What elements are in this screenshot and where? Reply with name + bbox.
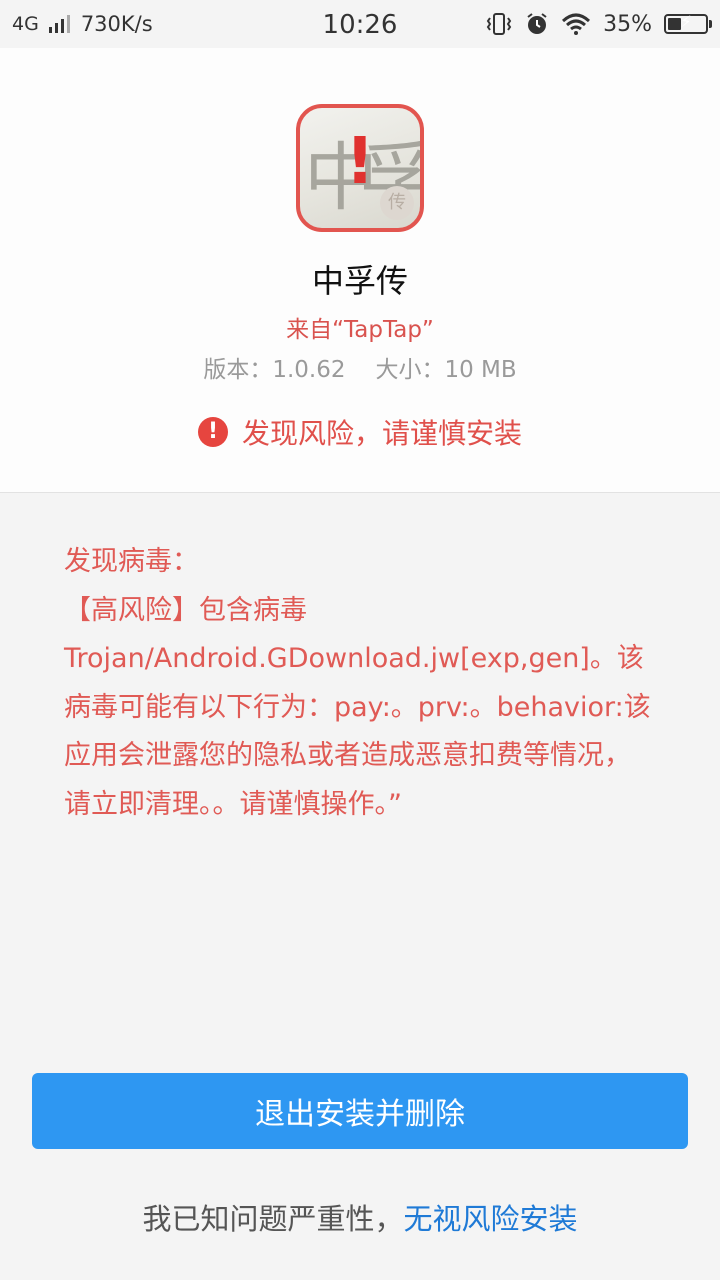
exclamation-icon: ! xyxy=(345,125,375,199)
battery-icon: ⚡ xyxy=(664,12,712,34)
app-name: 中孚传 xyxy=(311,262,408,300)
risk-warning: ! 发现风险，请谨慎安装 xyxy=(0,412,720,452)
size-value: 10 MB xyxy=(444,357,517,383)
risk-warning-text: 发现风险，请谨慎安装 xyxy=(241,417,522,450)
ignore-risk-install-link[interactable]: 无视风险安装 xyxy=(404,1202,578,1236)
ignore-risk-prefix: 我已知问题严重性， xyxy=(142,1202,404,1236)
app-source: 来自“TapTap” xyxy=(286,317,434,343)
size-label: 大小： xyxy=(375,357,445,383)
virus-heading: 发现病毒： xyxy=(64,546,199,577)
app-info-panel: 中孚 传 ! 中孚传 来自“TapTap” 版本：1.0.62 大小：10 MB … xyxy=(0,48,720,493)
virus-details: 发现病毒： 【高风险】包含病毒Trojan/Android.GDownload.… xyxy=(64,538,654,829)
alert-circle-icon: ! xyxy=(197,417,228,447)
alarm-icon xyxy=(527,13,547,34)
version-label: 版本： xyxy=(203,357,273,383)
virus-detail: 【高风险】包含病毒Trojan/Android.GDownload.jw[exp… xyxy=(64,594,651,820)
vibrate-icon xyxy=(486,13,512,35)
exit-install-delete-button[interactable]: 退出安装并删除 xyxy=(32,1073,688,1149)
charging-bolt-icon: ⚡ xyxy=(680,12,692,31)
status-bar: 4G 730K/s 10:26 35% ⚡ xyxy=(0,0,720,48)
app-icon: 中孚 传 ! xyxy=(296,104,424,232)
app-meta: 版本：1.0.62 大小：10 MB xyxy=(0,350,720,384)
battery-percent: 35% xyxy=(603,11,652,37)
ignore-risk-line: 我已知问题严重性，无视风险安装 xyxy=(0,1196,720,1238)
status-right: 35% ⚡ xyxy=(485,9,712,39)
version-value: 1.0.62 xyxy=(272,357,346,383)
wifi-icon xyxy=(562,13,591,35)
